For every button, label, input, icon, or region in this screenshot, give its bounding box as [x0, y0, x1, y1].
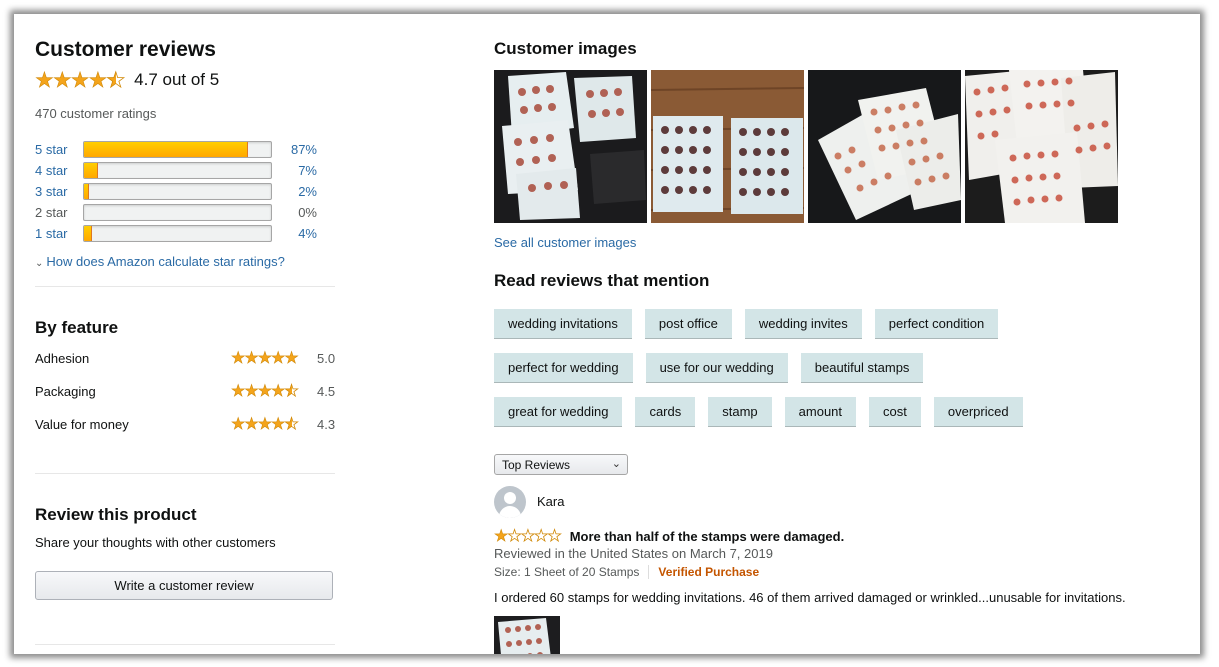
mention-tag[interactable]: wedding invites: [744, 309, 862, 339]
histogram-label[interactable]: 5 star: [35, 142, 83, 157]
mention-tag[interactable]: cards: [635, 397, 696, 427]
review-body: I ordered 60 stamps for wedding invitati…: [494, 590, 1126, 605]
histogram-percent: 0%: [298, 205, 317, 220]
review-meta: Size: 1 Sheet of 20 Stamps Verified Purc…: [494, 565, 759, 579]
sort-selected-label: Top Reviews: [502, 457, 571, 472]
overall-rating[interactable]: ★★★★★ 4.7 out of 5: [35, 68, 220, 93]
feature-row-adhesion: Adhesion ★★★★★ 5.0: [35, 348, 335, 368]
feature-stars-icon: ★★★★★: [231, 414, 299, 434]
histogram-row-1[interactable]: 1 star 4%: [35, 223, 335, 244]
histogram-fill: [84, 142, 248, 157]
customer-image-1[interactable]: [494, 70, 647, 223]
histogram-row-3[interactable]: 3 star 2%: [35, 181, 335, 202]
histogram-row-4[interactable]: 4 star 7%: [35, 160, 335, 181]
mention-tags-row-1: wedding invitations post office wedding …: [494, 309, 999, 339]
customer-images-heading: Customer images: [494, 39, 637, 58]
histogram-bar[interactable]: [83, 225, 272, 242]
review-size[interactable]: Size: 1 Sheet of 20 Stamps: [494, 565, 639, 579]
divider: [35, 473, 335, 474]
verified-purchase-badge: Verified Purchase: [658, 565, 760, 579]
review-stars-icon[interactable]: ★★★★★: [494, 526, 562, 546]
mention-tag[interactable]: use for our wedding: [645, 353, 788, 383]
sort-reviews-select[interactable]: Top Reviews ⌄: [494, 454, 628, 475]
feature-row-packaging: Packaging ★★★★★ 4.5: [35, 381, 335, 401]
customer-image-2[interactable]: [651, 70, 804, 223]
mention-tag[interactable]: post office: [644, 309, 732, 339]
feature-stars-icon: ★★★★★: [231, 350, 299, 368]
histogram-percent[interactable]: 2%: [298, 184, 317, 199]
review-image[interactable]: [494, 616, 560, 654]
customer-reviews-heading: Customer reviews: [35, 38, 216, 61]
histogram-percent[interactable]: 4%: [298, 226, 317, 241]
chevron-down-icon: ⌄: [35, 258, 44, 269]
mention-tag[interactable]: overpriced: [933, 397, 1023, 427]
review-header: ★★★★★ More than half of the stamps were …: [494, 526, 845, 546]
rating-histogram: 5 star 87% 4 star 7% 3 star 2% 2 star 0%…: [35, 139, 335, 244]
how-ratings-calculated-link[interactable]: ⌄ How does Amazon calculate star ratings?: [35, 254, 285, 269]
divider: [648, 565, 650, 579]
feature-score: 4.3: [317, 416, 336, 432]
mention-tag[interactable]: wedding invitations: [494, 309, 632, 339]
how-link-text: How does Amazon calculate star ratings?: [46, 254, 285, 269]
feature-score: 4.5: [317, 383, 336, 399]
histogram-fill: [84, 226, 93, 241]
customer-image-3[interactable]: [808, 70, 961, 223]
reviewer-name[interactable]: Kara: [537, 494, 564, 509]
histogram-percent[interactable]: 7%: [298, 163, 317, 178]
feature-name: Packaging: [35, 383, 96, 399]
mention-tag[interactable]: stamp: [708, 397, 772, 427]
mention-tags-row-3: great for wedding cards stamp amount cos…: [494, 397, 1023, 427]
histogram-row-2: 2 star 0%: [35, 202, 335, 223]
mention-tag[interactable]: great for wedding: [494, 397, 623, 427]
write-review-button[interactable]: Write a customer review: [35, 571, 333, 600]
avatar: [494, 486, 526, 518]
mention-tag[interactable]: amount: [784, 397, 857, 427]
review-product-heading: Review this product: [35, 505, 197, 524]
overall-stars-icon: ★★★★★: [35, 68, 126, 93]
feature-name: Adhesion: [35, 350, 90, 366]
histogram-label[interactable]: 4 star: [35, 163, 83, 178]
see-all-images-link[interactable]: See all customer images: [494, 235, 636, 250]
mention-tags-row-2: perfect for wedding use for our wedding …: [494, 353, 924, 383]
histogram-bar[interactable]: [83, 141, 272, 158]
review-title[interactable]: More than half of the stamps were damage…: [570, 529, 845, 544]
histogram-bar[interactable]: [83, 183, 272, 200]
customer-images-strip: [494, 70, 1118, 223]
review-panel: Customer reviews ★★★★★ 4.7 out of 5 470 …: [14, 14, 1200, 654]
total-ratings: 470 customer ratings: [35, 106, 157, 121]
histogram-bar[interactable]: [83, 162, 272, 179]
mention-tag[interactable]: beautiful stamps: [800, 353, 924, 383]
histogram-row-5[interactable]: 5 star 87%: [35, 139, 335, 160]
by-feature-heading: By feature: [35, 318, 119, 337]
histogram-fill: [84, 163, 99, 178]
mention-tag[interactable]: perfect condition: [874, 309, 999, 339]
overall-rating-text: 4.7 out of 5: [134, 70, 220, 89]
mention-tag[interactable]: perfect for wedding: [494, 353, 633, 383]
review-product-subtitle: Share your thoughts with other customers: [35, 535, 276, 550]
histogram-fill: [84, 184, 89, 199]
histogram-label: 2 star: [35, 205, 68, 220]
read-reviews-mention-heading: Read reviews that mention: [494, 271, 710, 290]
histogram-percent[interactable]: 87%: [291, 142, 317, 157]
feature-stars-icon: ★★★★★: [231, 381, 299, 401]
histogram-label[interactable]: 3 star: [35, 184, 83, 199]
customer-image-4[interactable]: [965, 70, 1118, 223]
divider: [35, 286, 335, 287]
chevron-down-icon: ⌄: [611, 458, 621, 470]
mention-tag[interactable]: cost: [869, 397, 921, 427]
feature-name: Value for money: [35, 416, 129, 432]
histogram-bar: [83, 204, 272, 221]
histogram-label[interactable]: 1 star: [35, 226, 83, 241]
feature-score: 5.0: [317, 350, 336, 366]
divider: [35, 644, 335, 645]
review-date: Reviewed in the United States on March 7…: [494, 546, 773, 561]
feature-row-value: Value for money ★★★★★ 4.3: [35, 414, 335, 434]
